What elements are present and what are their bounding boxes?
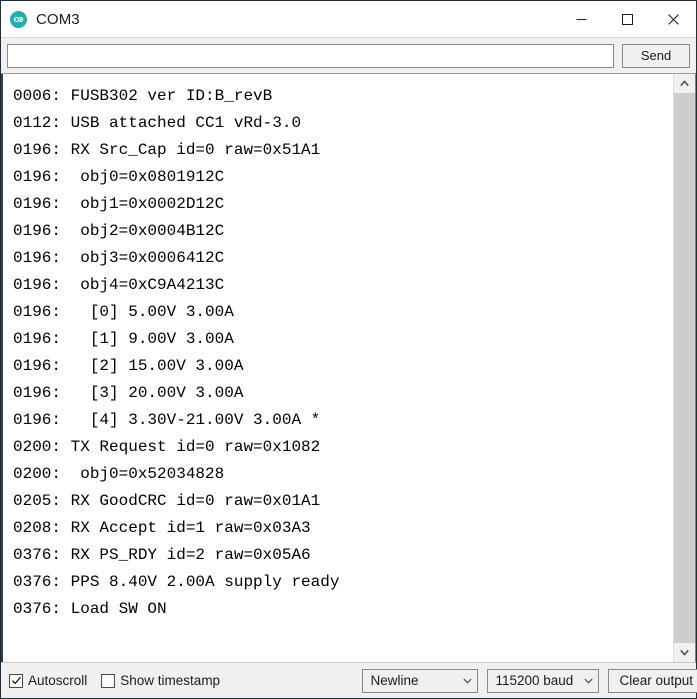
title-bar: COM3 bbox=[1, 1, 696, 38]
title-bar-left: COM3 bbox=[1, 10, 80, 28]
log-line: 0208: RX Accept id=1 raw=0x03A3 bbox=[13, 519, 311, 537]
log-line: 0205: RX GoodCRC id=0 raw=0x01A1 bbox=[13, 492, 321, 510]
arduino-logo-icon bbox=[10, 10, 27, 28]
clear-output-button[interactable]: Clear output bbox=[608, 668, 697, 693]
send-toolbar: Send bbox=[1, 38, 696, 74]
autoscroll-checkbox-group[interactable]: Autoscroll bbox=[9, 673, 87, 688]
show-timestamp-label: Show timestamp bbox=[120, 673, 221, 688]
output-area: 0006: FUSB302 ver ID:B_revB 0112: USB att… bbox=[1, 74, 696, 662]
window-title: COM3 bbox=[36, 10, 80, 28]
log-line: 0006: FUSB302 ver ID:B_revB bbox=[13, 87, 273, 105]
send-button[interactable]: Send bbox=[622, 43, 690, 68]
window-controls bbox=[558, 1, 696, 37]
baud-rate-value: 115200 baud bbox=[495, 673, 574, 688]
scroll-down-button[interactable] bbox=[674, 643, 695, 662]
log-line: 0196: [1] 9.00V 3.00A bbox=[13, 330, 234, 348]
scroll-up-button[interactable] bbox=[674, 74, 695, 93]
serial-monitor-window: COM3 Send 0006: FUSB302 ver ID:B_revB 01… bbox=[0, 0, 697, 699]
log-line: 0196: [3] 20.00V 3.00A bbox=[13, 384, 244, 402]
maximize-icon bbox=[621, 13, 633, 25]
chevron-down-icon bbox=[584, 678, 594, 684]
autoscroll-checkbox[interactable] bbox=[9, 673, 23, 688]
log-line: 0376: Load SW ON bbox=[13, 600, 167, 618]
chevron-down-icon bbox=[463, 678, 473, 684]
autoscroll-label: Autoscroll bbox=[28, 673, 88, 688]
log-line: 0376: PPS 8.40V 2.00A supply ready bbox=[13, 573, 340, 591]
scrollbar-thumb[interactable] bbox=[674, 93, 695, 643]
log-line: 0196: [0] 5.00V 3.00A bbox=[13, 303, 234, 321]
serial-output-log[interactable]: 0006: FUSB302 ver ID:B_revB 0112: USB att… bbox=[3, 74, 673, 662]
show-timestamp-checkbox-group[interactable]: Show timestamp bbox=[101, 673, 220, 688]
log-line: 0196: RX Src_Cap id=0 raw=0x51A1 bbox=[13, 141, 321, 159]
log-line: 0196: obj3=0x0006412C bbox=[13, 249, 225, 267]
output-scrollbar[interactable] bbox=[673, 74, 695, 662]
log-line: 0196: [4] 3.30V-21.00V 3.00A * bbox=[13, 411, 321, 429]
line-ending-select[interactable]: Newline bbox=[362, 668, 479, 693]
log-line: 0196: obj4=0xC9A4213C bbox=[13, 276, 225, 294]
maximize-button[interactable] bbox=[604, 1, 650, 37]
checkmark-icon bbox=[11, 676, 21, 685]
minimize-icon bbox=[576, 18, 586, 20]
send-input[interactable] bbox=[7, 43, 614, 68]
log-line: 0196: obj0=0x0801912C bbox=[13, 168, 225, 186]
chevron-down-icon bbox=[680, 649, 689, 656]
close-button[interactable] bbox=[650, 1, 696, 37]
status-bar-right: Newline 115200 baud Clear output bbox=[362, 668, 697, 693]
chevron-up-icon bbox=[680, 80, 689, 87]
log-line: 0112: USB attached CC1 vRd-3.0 bbox=[13, 114, 302, 132]
log-line: 0196: [2] 15.00V 3.00A bbox=[13, 357, 244, 375]
minimize-button[interactable] bbox=[558, 1, 604, 37]
show-timestamp-checkbox[interactable] bbox=[101, 673, 116, 688]
scrollbar-track[interactable] bbox=[674, 93, 695, 643]
log-line: 0200: obj0=0x52034828 bbox=[13, 465, 225, 483]
baud-rate-select[interactable]: 115200 baud bbox=[487, 668, 600, 693]
log-line: 0196: obj2=0x0004B12C bbox=[13, 222, 225, 240]
log-line: 0376: RX PS_RDY id=2 raw=0x05A6 bbox=[13, 546, 311, 564]
close-icon bbox=[667, 13, 679, 25]
line-ending-value: Newline bbox=[370, 673, 419, 688]
log-line: 0196: obj1=0x0002D12C bbox=[13, 195, 225, 213]
status-bar: Autoscroll Show timestamp Newline 115200… bbox=[1, 662, 697, 698]
log-line: 0200: TX Request id=0 raw=0x1082 bbox=[13, 438, 321, 456]
